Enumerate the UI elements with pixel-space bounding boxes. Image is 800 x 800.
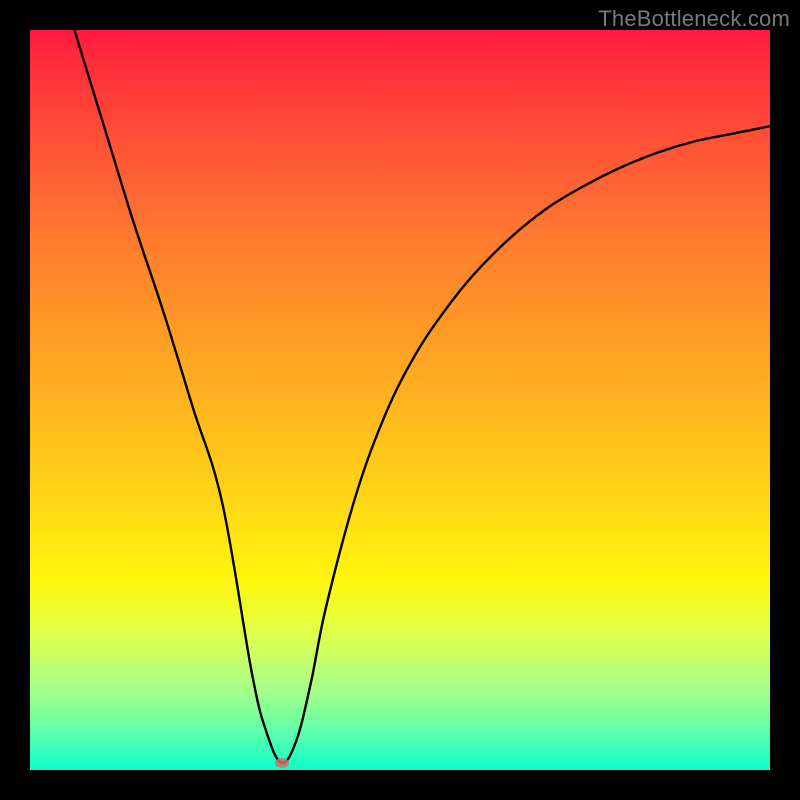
bottleneck-curve [30, 30, 770, 770]
curve-path [74, 30, 770, 763]
nadir-marker [275, 758, 289, 768]
watermark-text: TheBottleneck.com [598, 6, 790, 32]
chart-frame: TheBottleneck.com [0, 0, 800, 800]
plot-area [30, 30, 770, 770]
